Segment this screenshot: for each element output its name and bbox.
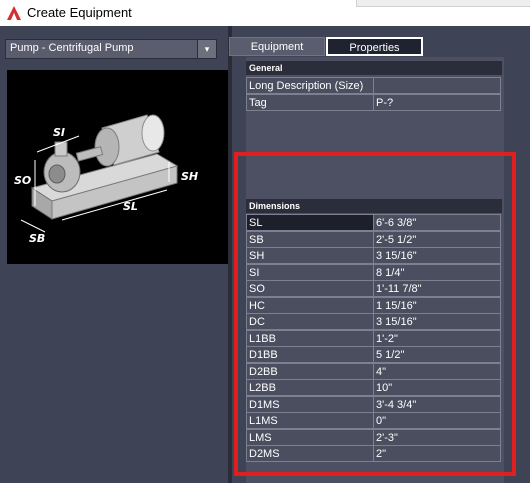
- dimension-row[interactable]: D1MS 3'-4 3/4": [246, 395, 502, 413]
- dim-label-sh: SH: [181, 170, 198, 183]
- property-name: HC: [246, 296, 374, 314]
- window-title: Create Equipment: [27, 5, 132, 20]
- general-section-header: General: [246, 61, 502, 75]
- title-bar: Create Equipment: [0, 0, 530, 26]
- property-name: SI: [246, 263, 374, 281]
- property-value[interactable]: 10": [373, 379, 501, 396]
- dimension-row[interactable]: DC 3 15/16": [246, 313, 502, 330]
- property-value[interactable]: 3 15/16": [373, 247, 501, 264]
- property-value[interactable]: 6'-6 3/8": [373, 214, 501, 231]
- property-name: D2BB: [246, 362, 374, 380]
- property-name: SO: [246, 280, 374, 297]
- dimension-row[interactable]: L2BB 10": [246, 379, 502, 396]
- equipment-preview-image: SI SO SH SL SB: [7, 70, 229, 264]
- property-value[interactable]: 2'-3": [373, 428, 501, 446]
- general-row-long-description[interactable]: Long Description (Size): [246, 77, 502, 94]
- equipment-type-value: Pump - Centrifugal Pump: [10, 42, 134, 54]
- dimension-row[interactable]: D2MS 2": [246, 445, 502, 462]
- tab-equipment[interactable]: Equipment: [229, 37, 325, 56]
- dimension-row[interactable]: SI 8 1/4": [246, 263, 502, 281]
- property-name: L2BB: [246, 379, 374, 396]
- dimensions-section-header: Dimensions: [246, 199, 502, 213]
- property-value[interactable]: 2": [373, 445, 501, 462]
- property-value[interactable]: 1'-2": [373, 329, 501, 347]
- dimension-row[interactable]: SB 2'-5 1/2": [246, 230, 502, 248]
- property-name: DC: [246, 313, 374, 330]
- property-value[interactable]: 0": [373, 412, 501, 429]
- property-value[interactable]: 1 15/16": [373, 296, 501, 314]
- centrifugal-pump-diagram: SI SO SH SL SB: [14, 114, 198, 245]
- autocad-app-icon: [7, 6, 21, 20]
- left-panel: Pump - Centrifugal Pump ▾ SI SO SH SL SB: [0, 26, 229, 483]
- property-name: SB: [246, 230, 374, 248]
- property-name: SL: [246, 214, 374, 231]
- properties-area: General Long Description (Size) Tag P-? …: [246, 57, 504, 483]
- dimension-row[interactable]: D1BB 5 1/2": [246, 346, 502, 363]
- property-value[interactable]: 3 15/16": [373, 313, 501, 330]
- dimension-row[interactable]: SO 1'-11 7/8": [246, 280, 502, 297]
- property-name: LMS: [246, 428, 374, 446]
- property-name: D1MS: [246, 395, 374, 413]
- property-name: D1BB: [246, 346, 374, 363]
- property-value[interactable]: 1'-11 7/8": [373, 280, 501, 297]
- dim-label-sl: SL: [123, 200, 138, 213]
- dim-label-so: SO: [14, 174, 31, 187]
- property-value[interactable]: P-?: [373, 94, 501, 111]
- property-value[interactable]: 2'-5 1/2": [373, 230, 501, 248]
- dimension-row[interactable]: LMS 2'-3": [246, 428, 502, 446]
- dimension-row[interactable]: L1MS 0": [246, 412, 502, 429]
- property-name: Tag: [246, 94, 374, 111]
- property-value[interactable]: 4": [373, 362, 501, 380]
- dimension-row[interactable]: D2BB 4": [246, 362, 502, 380]
- title-bar-field[interactable]: [356, 0, 530, 7]
- property-value[interactable]: 5 1/2": [373, 346, 501, 363]
- dimension-row[interactable]: L1BB 1'-2": [246, 329, 502, 347]
- dim-label-sb: SB: [29, 232, 45, 245]
- dim-label-si: SI: [53, 126, 65, 139]
- property-name: D2MS: [246, 445, 374, 462]
- dimension-row[interactable]: SH 3 15/16": [246, 247, 502, 264]
- property-value[interactable]: 8 1/4": [373, 263, 501, 281]
- property-name: Long Description (Size): [246, 77, 374, 94]
- general-row-tag[interactable]: Tag P-?: [246, 94, 502, 111]
- property-name: L1MS: [246, 412, 374, 429]
- property-value[interactable]: 3'-4 3/4": [373, 395, 501, 413]
- dimension-row[interactable]: SL 6'-6 3/8": [246, 214, 502, 231]
- property-name: L1BB: [246, 329, 374, 347]
- tab-properties[interactable]: Properties: [326, 37, 423, 56]
- property-value[interactable]: [373, 77, 501, 94]
- property-name: SH: [246, 247, 374, 264]
- equipment-type-dropdown[interactable]: Pump - Centrifugal Pump ▾: [5, 39, 217, 59]
- chevron-down-icon[interactable]: ▾: [197, 40, 216, 58]
- dimension-row[interactable]: HC 1 15/16": [246, 296, 502, 314]
- right-panel: Equipment Properties General Long Descri…: [229, 26, 530, 483]
